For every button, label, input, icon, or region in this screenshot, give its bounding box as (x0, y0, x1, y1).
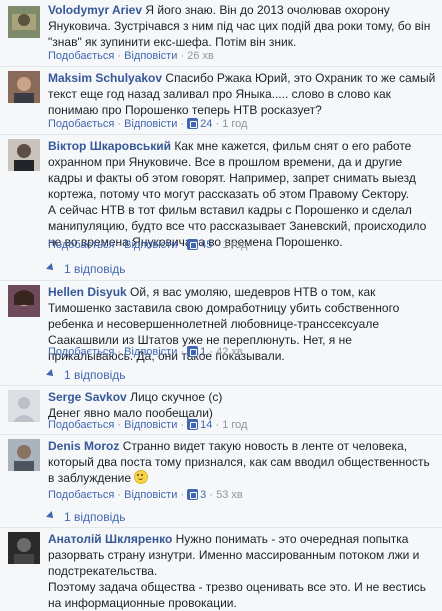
author-name[interactable]: Анатолій Шкляренко (48, 532, 172, 546)
separator: · (215, 419, 220, 431)
like-icon (187, 239, 199, 250)
author-name[interactable]: Hellen Disyuk (48, 285, 127, 299)
comment-text: Лицо скучное (с) (130, 390, 223, 404)
reply-link[interactable]: Відповісти (124, 118, 177, 130)
view-replies-link[interactable]: 1 відповідь (46, 510, 126, 524)
reply-link[interactable]: Відповісти (124, 239, 177, 251)
timestamp[interactable]: 42 хв (216, 346, 243, 358)
author-name[interactable]: Віктор Шкаровський (48, 139, 171, 153)
view-replies-link[interactable]: 1 відповідь (46, 368, 126, 382)
like-count[interactable]: 45 (200, 239, 212, 251)
like-link[interactable]: Подобається (48, 239, 114, 251)
author-name[interactable]: Volodymyr Ariev (48, 3, 142, 17)
separator: · (117, 346, 122, 358)
replies-count[interactable]: 1 відповідь (64, 262, 126, 276)
separator: · (180, 419, 185, 431)
view-replies-link[interactable]: 1 відповідь (46, 262, 126, 276)
separator: · (215, 239, 220, 251)
avatar[interactable] (8, 139, 40, 171)
like-icon (187, 346, 199, 357)
replies-count[interactable]: 1 відповідь (64, 510, 126, 524)
replies-count[interactable]: 1 відповідь (64, 368, 126, 382)
comment-actions: Подобається · Відповісти · 26 хв (48, 49, 214, 63)
separator: · (117, 419, 122, 431)
avatar[interactable] (8, 390, 40, 422)
like-count[interactable]: 24 (200, 118, 212, 130)
smile-emoji-icon (134, 470, 149, 484)
separator: · (209, 489, 214, 501)
separator: · (215, 118, 220, 130)
separator: · (180, 239, 185, 251)
reply-arrow-icon (46, 511, 56, 521)
like-link[interactable]: Подобається (48, 118, 114, 130)
separator: · (209, 346, 214, 358)
avatar[interactable] (8, 6, 40, 38)
avatar[interactable] (8, 532, 40, 564)
separator: · (117, 489, 122, 501)
comment-actions: Подобається · Відповісти · 14 · 1 год (48, 418, 247, 432)
timestamp[interactable]: 1 год (222, 419, 247, 431)
comment-actions: Подобається · Відповісти · 24 · 1 год (48, 117, 247, 131)
like-count[interactable]: 14 (200, 419, 212, 431)
separator: · (117, 50, 122, 62)
reply-arrow-icon (46, 369, 56, 379)
divider (0, 527, 442, 528)
divider (0, 134, 442, 135)
reply-link[interactable]: Відповісти (124, 489, 177, 501)
separator: · (180, 346, 185, 358)
like-icon (187, 489, 199, 500)
separator: · (117, 239, 122, 251)
divider (0, 434, 442, 435)
like-link[interactable]: Подобається (48, 50, 114, 62)
avatar[interactable] (8, 285, 40, 317)
like-count[interactable]: 1 (200, 346, 206, 358)
timestamp[interactable]: 53 хв (216, 489, 243, 501)
author-name[interactable]: Denis Moroz (48, 439, 119, 453)
like-count[interactable]: 3 (200, 489, 206, 501)
timestamp[interactable]: 1 год (222, 239, 247, 251)
divider (0, 280, 442, 281)
like-icon (187, 118, 199, 129)
comment-actions: Подобається · Відповісти · 1 · 42 хв (48, 345, 243, 359)
avatar[interactable] (8, 71, 40, 103)
separator: · (180, 50, 185, 62)
reply-link[interactable]: Відповісти (124, 346, 177, 358)
separator: · (180, 118, 185, 130)
reply-arrow-icon (46, 263, 56, 273)
comment-actions: Подобається · Відповісти · 45 · 1 год (48, 238, 247, 252)
avatar[interactable] (8, 439, 40, 471)
author-name[interactable]: Maksim Schulyakov (48, 71, 162, 85)
timestamp[interactable]: 26 хв (187, 50, 214, 62)
reply-link[interactable]: Відповісти (124, 419, 177, 431)
comment-actions: Подобається · Відповісти · 3 · 53 хв (48, 488, 243, 502)
separator: · (117, 118, 122, 130)
like-link[interactable]: Подобається (48, 489, 114, 501)
divider (0, 385, 442, 386)
like-icon (187, 419, 199, 430)
divider (0, 66, 442, 67)
reply-link[interactable]: Відповісти (124, 50, 177, 62)
like-link[interactable]: Подобається (48, 346, 114, 358)
timestamp[interactable]: 1 год (222, 118, 247, 130)
author-name[interactable]: Serge Savkov (48, 390, 127, 404)
separator: · (180, 489, 185, 501)
like-link[interactable]: Подобається (48, 419, 114, 431)
